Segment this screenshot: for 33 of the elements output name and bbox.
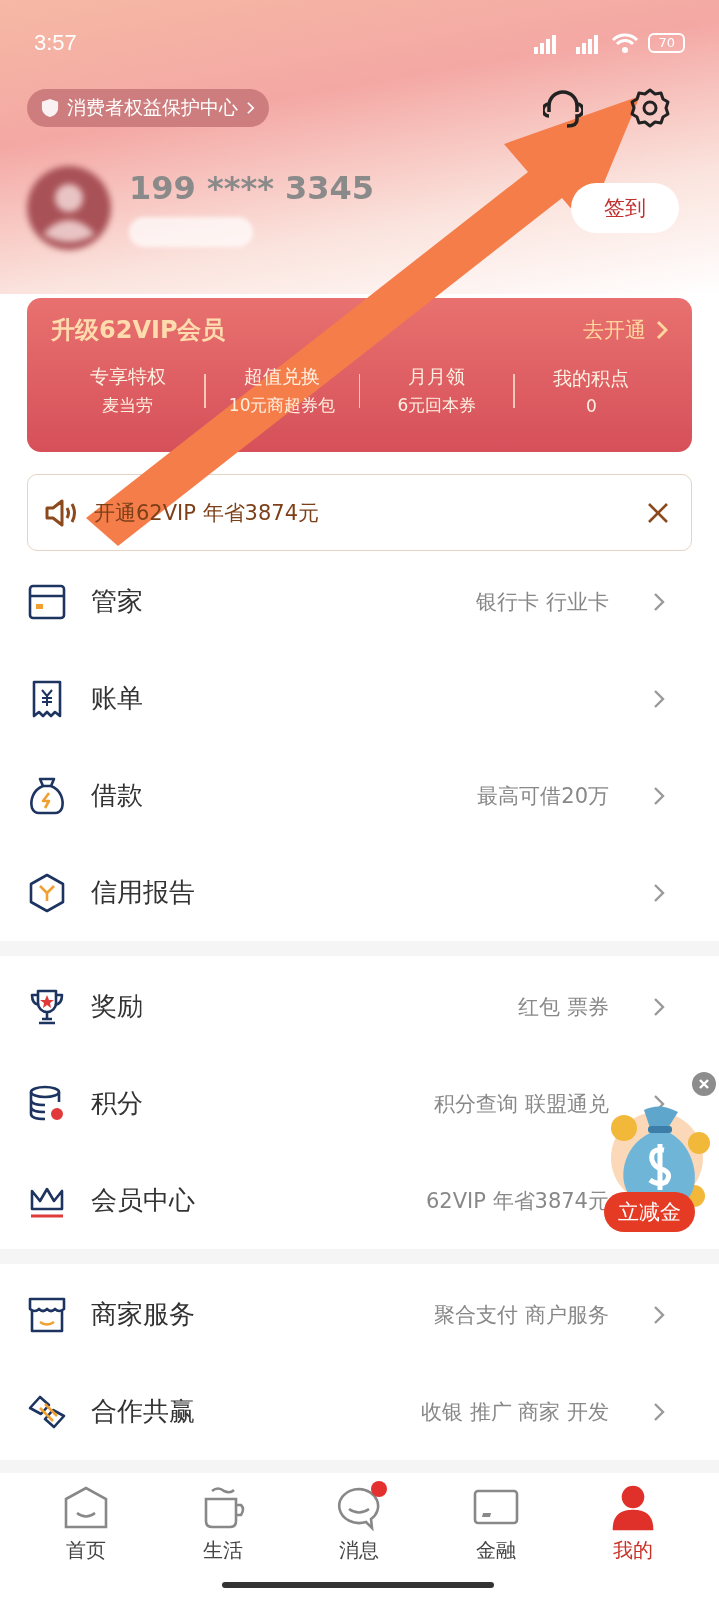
menu-label[interactable]: 奖励	[91, 989, 519, 1024]
benefit-subtitle: 麦当劳	[102, 394, 154, 417]
menu-label[interactable]: 商家服务	[91, 1297, 435, 1332]
menu-label[interactable]: 积分	[91, 1086, 435, 1121]
menu-label[interactable]: 会员中心	[91, 1183, 426, 1218]
benefit-subtitle: 6元回本券	[397, 394, 477, 417]
tab[interactable]: 我的	[564, 1473, 701, 1600]
status-time: 3:57	[34, 30, 77, 56]
menu-label[interactable]: 账单	[91, 681, 653, 716]
benefit-title: 月月领	[408, 364, 466, 389]
tab[interactable]: 生活	[154, 1473, 292, 1600]
benefit-title: 我的积点	[553, 365, 630, 391]
tab[interactable]: 首页	[18, 1473, 155, 1600]
menu-label[interactable]: 合作共赢	[91, 1394, 421, 1429]
benefit-subtitle: 0	[586, 395, 597, 416]
menu-detail: 收银 推广 商家 开发	[420, 1398, 609, 1426]
tab[interactable]: 消息	[291, 1473, 428, 1600]
menu-detail: 银行卡 行业卡	[476, 588, 609, 616]
menu-detail: 聚合支付 商户服务	[434, 1301, 609, 1329]
benefit-title: 超值兑换	[244, 364, 321, 389]
menu-detail: 积分查询 联盟通兑	[434, 1090, 609, 1118]
benefit-title: 专享特权	[89, 364, 166, 389]
menu-label[interactable]: 借款	[91, 778, 478, 813]
menu-detail: 最高可借20万	[477, 782, 609, 810]
battery-indicator: 70	[648, 33, 685, 53]
benefit-subtitle: 10元商超券包	[228, 394, 336, 417]
tab[interactable]: 金融	[427, 1473, 565, 1600]
menu-label[interactable]: 信用报告	[91, 875, 653, 910]
menu-label[interactable]: 管家	[91, 584, 477, 619]
vip-title: 升级62VIP会员	[51, 315, 226, 346]
user-phone-number: 199 **** 3345	[129, 169, 376, 207]
sign-in-button[interactable]: 签到	[571, 183, 679, 233]
menu-detail: 红包 票券	[518, 993, 609, 1021]
